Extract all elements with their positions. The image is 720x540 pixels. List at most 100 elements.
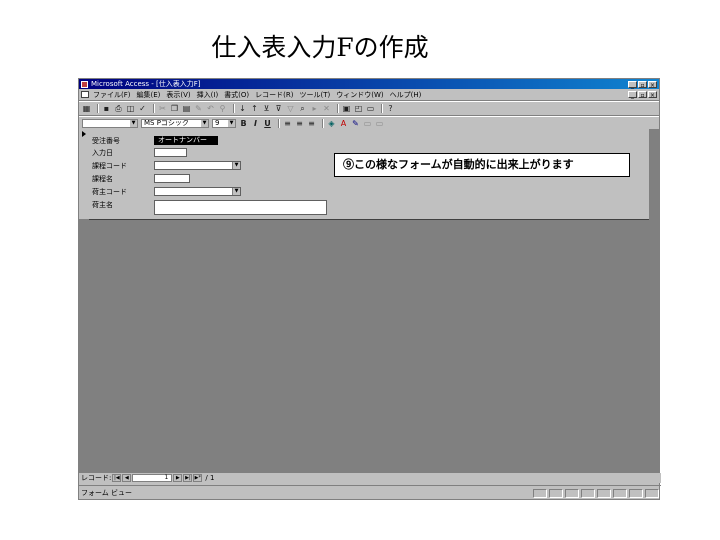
italic-button[interactable]: I xyxy=(251,119,260,128)
chevron-down-icon: ▼ xyxy=(228,120,235,127)
sort-ascending-icon[interactable]: ↓ xyxy=(238,104,247,113)
status-panel xyxy=(629,488,643,498)
status-panel xyxy=(645,488,659,498)
previous-record-button[interactable]: ◀ xyxy=(122,474,132,482)
status-panel xyxy=(533,488,547,498)
access-app-icon xyxy=(81,80,88,88)
minimize-button[interactable]: _ xyxy=(628,80,637,89)
form-doc-icon[interactable] xyxy=(81,91,89,98)
font-color-icon[interactable]: A xyxy=(339,119,348,128)
doc-close-button[interactable]: × xyxy=(648,91,657,99)
access-window: Microsoft Access - [仕入表入力F] _ ▫ × ファイル(F… xyxy=(78,78,661,500)
spelling-icon[interactable]: ✓ xyxy=(138,104,147,113)
menu-edit[interactable]: 編集(E) xyxy=(137,90,161,100)
shipper-code-combo[interactable]: ▼ xyxy=(154,187,241,196)
copy-icon[interactable]: ❐ xyxy=(170,104,179,113)
label-order-number: 受注番号 xyxy=(92,137,120,145)
view-icon[interactable]: ▦ xyxy=(82,104,91,113)
status-panel xyxy=(597,488,611,498)
print-preview-icon[interactable]: ◫ xyxy=(126,104,135,113)
chevron-down-icon: ▼ xyxy=(201,120,208,127)
menu-format[interactable]: 書式(O) xyxy=(224,90,249,100)
delete-record-icon[interactable]: ✕ xyxy=(322,104,331,113)
first-record-button[interactable]: |◀ xyxy=(112,474,122,482)
status-text: フォーム ビュー xyxy=(81,489,133,497)
sort-descending-icon[interactable]: ↑ xyxy=(250,104,259,113)
label-course-name: 課程名 xyxy=(92,175,113,183)
close-button[interactable]: × xyxy=(648,80,657,89)
menu-insert[interactable]: 挿入(I) xyxy=(197,90,219,100)
status-panel xyxy=(581,488,595,498)
filter-by-form-icon[interactable]: ⊽ xyxy=(274,104,283,113)
window-title: Microsoft Access - [仕入表入力F] xyxy=(91,80,201,88)
print-icon[interactable]: ⎙ xyxy=(114,104,123,113)
paste-icon[interactable]: ▤ xyxy=(182,104,191,113)
database-window-icon[interactable]: ◰ xyxy=(354,104,363,113)
new-record-button[interactable]: ▶* xyxy=(193,474,203,482)
align-center-icon[interactable]: ≡ xyxy=(295,119,304,128)
standard-toolbar: ▦ ▪ ⎙ ◫ ✓ ✂ ❐ ▤ ✎ ↶ ⚲ ↓ ↑ ⊻ ⊽ ▽ ⌕ ▸ ✕ ▣ … xyxy=(79,101,659,116)
course-code-combo[interactable]: ▼ xyxy=(154,161,241,170)
label-course-code: 課程コード xyxy=(92,162,127,170)
line-width-icon[interactable]: ▭ xyxy=(363,119,372,128)
status-bar: フォーム ビュー xyxy=(79,485,661,500)
font-name-combo[interactable]: MS Pゴシック ▼ xyxy=(141,119,209,128)
record-total: / 1 xyxy=(205,474,215,482)
align-right-icon[interactable]: ≡ xyxy=(307,119,316,128)
restore-button[interactable]: ▫ xyxy=(638,80,647,89)
undo-icon[interactable]: ↶ xyxy=(206,104,215,113)
underline-button[interactable]: U xyxy=(263,119,272,128)
last-record-button[interactable]: ▶| xyxy=(183,474,193,482)
menu-records[interactable]: レコード(R) xyxy=(255,90,293,100)
record-navigation-bar: レコード: |◀ ◀ 1 ▶ ▶| ▶* / 1 xyxy=(79,473,661,483)
menu-tools[interactable]: ツール(T) xyxy=(300,90,331,100)
new-record-icon[interactable]: ▸ xyxy=(310,104,319,113)
format-painter-icon[interactable]: ✎ xyxy=(194,104,203,113)
annotation-callout: ⑨この様なフォームが自動的に出来上がります xyxy=(334,153,630,177)
order-number-field[interactable]: オートナンバー xyxy=(154,136,218,145)
menu-bar: ファイル(F) 編集(E) 表示(V) 挿入(I) 書式(O) レコード(R) … xyxy=(79,89,659,101)
label-shipper-name: 荷主名 xyxy=(92,201,113,209)
label-shipper-code: 荷主コード xyxy=(92,188,127,196)
menu-window[interactable]: ウィンドウ(W) xyxy=(336,90,383,100)
current-record-input[interactable]: 1 xyxy=(132,474,173,482)
align-left-icon[interactable]: ≡ xyxy=(283,119,292,128)
font-size-combo[interactable]: 9 ▼ xyxy=(212,119,236,128)
label-input-date: 入力日 xyxy=(92,149,113,157)
special-effect-icon[interactable]: ▭ xyxy=(375,119,384,128)
menu-view[interactable]: 表示(V) xyxy=(166,90,190,100)
shipper-name-field[interactable] xyxy=(154,200,327,215)
chevron-down-icon: ▼ xyxy=(130,120,137,127)
menu-help[interactable]: ヘルプ(H) xyxy=(390,90,422,100)
current-record-pointer-icon xyxy=(82,131,86,137)
doc-restore-button[interactable]: ▫ xyxy=(638,91,647,99)
line-color-icon[interactable]: ✎ xyxy=(351,119,360,128)
course-name-field[interactable] xyxy=(154,174,190,183)
next-record-button[interactable]: ▶ xyxy=(173,474,183,482)
save-icon[interactable]: ▪ xyxy=(102,104,111,113)
input-date-field[interactable] xyxy=(154,148,187,157)
doc-minimize-button[interactable]: _ xyxy=(628,91,637,99)
title-bar: Microsoft Access - [仕入表入力F] _ ▫ × xyxy=(79,79,659,89)
bold-button[interactable]: B xyxy=(239,119,248,128)
record-label: レコード: xyxy=(81,474,112,482)
font-size-value: 9 xyxy=(215,119,220,127)
slide-title: 仕入表入力Fの作成 xyxy=(211,33,429,62)
menu-file[interactable]: ファイル(F) xyxy=(93,90,131,100)
apply-filter-icon[interactable]: ▽ xyxy=(286,104,295,113)
status-panel xyxy=(565,488,579,498)
status-panel xyxy=(549,488,563,498)
filter-by-selection-icon[interactable]: ⊻ xyxy=(262,104,271,113)
hyperlink-icon[interactable]: ⚲ xyxy=(218,104,227,113)
chevron-down-icon[interactable]: ▼ xyxy=(232,188,240,195)
form-area: 受注番号 オートナンバー 入力日 課程コード ▼ 課程名 荷主コード ▼ 荷主名 xyxy=(79,129,659,473)
find-icon[interactable]: ⌕ xyxy=(298,104,307,113)
status-panel xyxy=(613,488,627,498)
chevron-down-icon[interactable]: ▼ xyxy=(232,162,240,169)
properties-icon[interactable]: ▣ xyxy=(342,104,351,113)
fill-color-icon[interactable]: ◈ xyxy=(327,119,336,128)
cut-icon[interactable]: ✂ xyxy=(158,104,167,113)
help-icon[interactable]: ? xyxy=(386,104,395,113)
object-combo[interactable]: ▼ xyxy=(82,119,138,128)
new-object-icon[interactable]: ▭ xyxy=(366,104,375,113)
